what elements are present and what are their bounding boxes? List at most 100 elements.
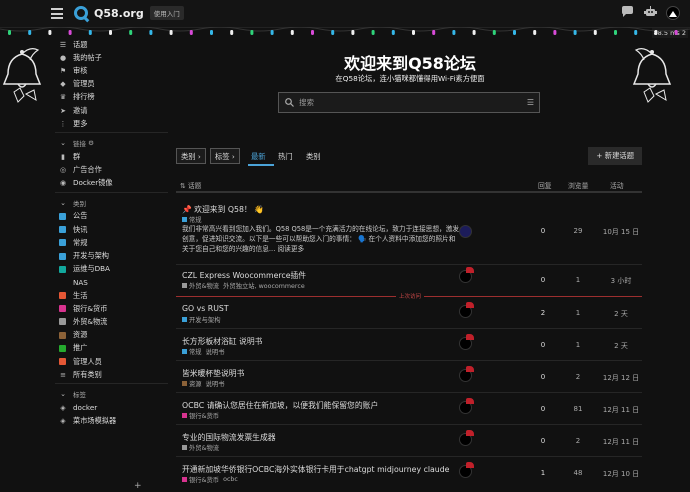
- sidebar-item-admin[interactable]: ◆ 管理员: [55, 78, 168, 91]
- sidebar-tag-docker[interactable]: ◈ docker: [55, 401, 168, 414]
- tags-dropdown[interactable]: 标签 ›: [210, 148, 240, 164]
- table-row[interactable]: 📌 欢迎来到 Q58！ 👋 常规 我们非常高兴看到您加入我们。Q58 Q58是一…: [176, 193, 642, 265]
- sidebar-item-my-posts[interactable]: ● 我的帖子: [55, 51, 168, 64]
- avatar[interactable]: [459, 334, 474, 350]
- light-bulb: [210, 30, 213, 35]
- add-section-button[interactable]: +: [134, 481, 142, 491]
- sidebar-item-leaderboard[interactable]: ♛ 排行榜: [55, 91, 168, 104]
- sidebar-category-news[interactable]: 快讯: [55, 223, 168, 236]
- activity-column-header[interactable]: 活动: [610, 180, 624, 190]
- views-column-header[interactable]: 浏览量: [568, 180, 588, 190]
- topic-column-header[interactable]: ⇅ 话题: [180, 180, 201, 190]
- github-icon: ◉: [59, 179, 67, 188]
- sidebar-section-categories[interactable]: ⌄ 类别: [55, 196, 168, 210]
- sidebar-category-banking[interactable]: 银行&货币: [55, 302, 168, 315]
- category-badge[interactable]: 开发与架构: [182, 315, 220, 324]
- topic-title[interactable]: OCBC 请确认您居住在新加坡，以便我们能保留您的账户: [182, 400, 378, 411]
- sidebar-link-group[interactable]: ▮ 群: [55, 150, 168, 163]
- topic-title[interactable]: 长方形板材浴缸 说明书: [182, 336, 262, 347]
- category-dropdown[interactable]: 类别 ›: [176, 148, 206, 164]
- sidebar-item-topics[interactable]: ☰ 话题: [55, 38, 168, 51]
- activity-time[interactable]: 12月 10 日: [601, 469, 641, 479]
- search-input[interactable]: [299, 98, 519, 107]
- topic-title[interactable]: 皆米暖杯垫说明书: [182, 368, 244, 379]
- category-badge[interactable]: 外贸&物流: [182, 443, 219, 452]
- tab-top[interactable]: 热门: [278, 152, 293, 162]
- activity-time[interactable]: 12月 11 日: [601, 437, 641, 447]
- tab-latest[interactable]: 最新: [251, 152, 266, 162]
- sidebar-category-staff[interactable]: 管理人员: [55, 355, 168, 368]
- table-row[interactable]: 长方形板材浴缸 说明书 常规 说明书 0 1 2 天: [176, 329, 642, 361]
- sidebar-category-trade[interactable]: 外贸&物流: [55, 315, 168, 328]
- avatar[interactable]: [459, 430, 474, 446]
- activity-time[interactable]: 3 小时: [601, 276, 641, 286]
- site-logo[interactable]: Q58.org 使用入门: [74, 6, 184, 20]
- category-badge[interactable]: 资源: [182, 379, 202, 388]
- table-row[interactable]: 开通新加坡华侨银行OCBC海外实体银行卡用于chatgpt midjourney…: [176, 457, 642, 489]
- gear-icon[interactable]: ⚙: [88, 139, 94, 147]
- sidebar-section-tags[interactable]: ⌄ 标签: [55, 387, 168, 401]
- light-bulb: [553, 30, 557, 35]
- avatar[interactable]: [459, 462, 474, 478]
- sidebar-item-review[interactable]: ⚑ 审核: [55, 64, 168, 77]
- tag-badge[interactable]: ocbc: [223, 476, 238, 483]
- tab-categories[interactable]: 类别: [306, 152, 321, 162]
- topic-tags: 常规 说明书: [182, 347, 224, 356]
- sidebar-item-invite[interactable]: ➤ 邀请: [55, 104, 168, 117]
- activity-time[interactable]: 2 天: [601, 309, 641, 319]
- topic-title[interactable]: 专业的国际物流发票生成器: [182, 432, 276, 443]
- avatar[interactable]: [459, 366, 474, 382]
- sidebar-category-dev[interactable]: 开发与架构: [55, 249, 168, 262]
- new-topic-button[interactable]: + 新建话题: [588, 147, 642, 165]
- table-row[interactable]: GO vs RUST 开发与架构 2 1 2 天: [176, 297, 642, 329]
- avatar[interactable]: [459, 225, 472, 238]
- category-badge[interactable]: 常规: [182, 347, 202, 356]
- search-bar[interactable]: ☰: [278, 92, 540, 113]
- sidebar-link-ads[interactable]: ◎ 广告合作: [55, 164, 168, 177]
- sidebar-link-docker[interactable]: ◉ Docker镜像: [55, 177, 168, 190]
- category-badge[interactable]: 银行&货币: [182, 475, 219, 484]
- sidebar-category-promo[interactable]: 推广: [55, 342, 168, 355]
- sidebar-all-categories[interactable]: ≡ 所有类别: [55, 368, 168, 381]
- activity-time[interactable]: 2 天: [601, 341, 641, 351]
- category-color-square: [59, 265, 66, 273]
- search-options-icon[interactable]: ☰: [527, 98, 534, 107]
- table-row[interactable]: 皆米暖杯垫说明书 资源 说明书 0 2 12月 12 日: [176, 361, 642, 393]
- topic-title[interactable]: CZL Express Woocommerce插件: [182, 270, 306, 281]
- activity-time[interactable]: 12月 12 日: [601, 373, 641, 383]
- light-bulb: [290, 30, 294, 35]
- topic-title[interactable]: 📌 欢迎来到 Q58！ 👋: [182, 204, 264, 215]
- avatar[interactable]: [459, 398, 474, 414]
- category-badge[interactable]: 外贸&物流: [182, 281, 219, 290]
- sidebar-category-life[interactable]: 生活: [55, 289, 168, 302]
- light-bulb: [48, 30, 52, 35]
- topic-title[interactable]: 开通新加坡华侨银行OCBC海外实体银行卡用于chatgpt midjourney…: [182, 464, 449, 475]
- sidebar-category-announcements[interactable]: 公告: [55, 210, 168, 223]
- table-row[interactable]: OCBC 请确认您居住在新加坡，以便我们能保留您的账户 银行&货币 0 81 1…: [176, 393, 642, 425]
- table-row[interactable]: 专业的国际物流发票生成器 外贸&物流 0 2 12月 11 日: [176, 425, 642, 457]
- chat-icon[interactable]: [620, 6, 634, 20]
- sidebar-category-ops[interactable]: 运维与DBA: [55, 263, 168, 276]
- tag-badge[interactable]: 外贸独立站, woocommerce: [223, 281, 305, 290]
- tag-badge[interactable]: 说明书: [206, 347, 225, 356]
- user-avatar[interactable]: [666, 6, 680, 20]
- light-bulb: [513, 30, 516, 35]
- avatar[interactable]: [459, 267, 474, 283]
- sidebar-category-nas[interactable]: NAS: [55, 276, 168, 289]
- activity-time[interactable]: 10月 15 日: [601, 227, 641, 237]
- category-badge[interactable]: 银行&货币: [182, 411, 219, 420]
- activity-time[interactable]: 12月 11 日: [601, 405, 641, 415]
- sidebar-item-more[interactable]: ⋮ 更多: [55, 117, 168, 130]
- sidebar-category-general[interactable]: 常规: [55, 236, 168, 249]
- tag-badge[interactable]: 说明书: [206, 379, 225, 388]
- sidebar-section-links[interactable]: ⌄ 链接 ⚙: [55, 136, 168, 150]
- sidebar-tag-market[interactable]: ◈ 菜市场模拟器: [55, 415, 168, 428]
- hamburger-menu-button[interactable]: [51, 8, 63, 19]
- robot-icon[interactable]: [643, 6, 657, 20]
- topic-title[interactable]: GO vs RUST: [182, 304, 229, 313]
- category-badge[interactable]: 常规: [182, 215, 202, 224]
- avatar[interactable]: [459, 302, 474, 318]
- getting-started-badge[interactable]: 使用入门: [149, 6, 184, 20]
- sidebar-category-resources[interactable]: 资源: [55, 329, 168, 342]
- replies-column-header[interactable]: 回复: [538, 180, 552, 190]
